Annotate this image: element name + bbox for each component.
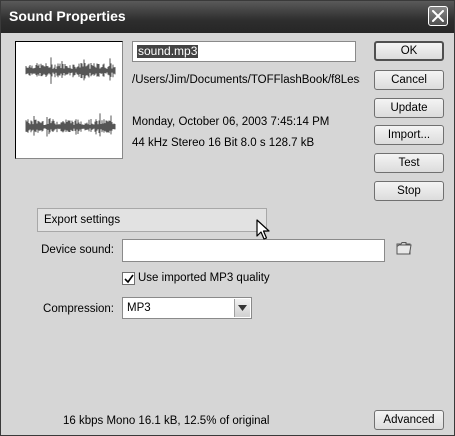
- mouse-pointer-icon: [256, 219, 270, 246]
- device-sound-input[interactable]: [122, 239, 385, 262]
- sound-properties-dialog: Sound Properties sound.mp3 /Users/Jim/Do…: [0, 0, 455, 436]
- device-sound-label: Device sound:: [41, 244, 114, 256]
- compression-label: Compression:: [43, 303, 114, 315]
- cancel-button[interactable]: Cancel: [374, 70, 444, 90]
- compression-select[interactable]: MP3: [122, 297, 252, 319]
- use-mp3-quality-checkbox[interactable]: [122, 272, 135, 285]
- sound-path: /Users/Jim/Documents/TOFFlashBook/f8Less…: [132, 74, 360, 86]
- waveform-preview: [15, 41, 123, 159]
- folder-icon[interactable]: [396, 240, 412, 261]
- window-title: Sound Properties: [9, 8, 126, 24]
- close-button[interactable]: [428, 6, 448, 26]
- checkmark-icon: [124, 274, 134, 284]
- ok-button[interactable]: OK: [374, 41, 444, 61]
- sound-format: 44 kHz Stereo 16 Bit 8.0 s 128.7 kB: [132, 137, 315, 149]
- title-bar[interactable]: Sound Properties: [1, 1, 454, 33]
- import-button[interactable]: Import...: [374, 125, 444, 145]
- status-text: 16 kbps Mono 16.1 kB, 12.5% of original: [63, 415, 270, 427]
- close-icon: [432, 10, 444, 22]
- chevron-down-icon[interactable]: [234, 299, 250, 317]
- test-button[interactable]: Test: [374, 153, 444, 173]
- waveform-image: [25, 57, 116, 137]
- update-button[interactable]: Update: [374, 98, 444, 118]
- use-mp3-quality-label[interactable]: Use imported MP3 quality: [138, 272, 270, 284]
- sound-name-field[interactable]: sound.mp3: [132, 41, 356, 62]
- sound-date: Monday, October 06, 2003 7:45:14 PM: [132, 116, 330, 128]
- stop-button[interactable]: Stop: [374, 181, 444, 201]
- sound-name-text[interactable]: sound.mp3: [137, 45, 199, 58]
- compression-value: MP3: [127, 302, 151, 314]
- export-settings-header: Export settings: [37, 208, 267, 232]
- advanced-button[interactable]: Advanced: [374, 410, 444, 430]
